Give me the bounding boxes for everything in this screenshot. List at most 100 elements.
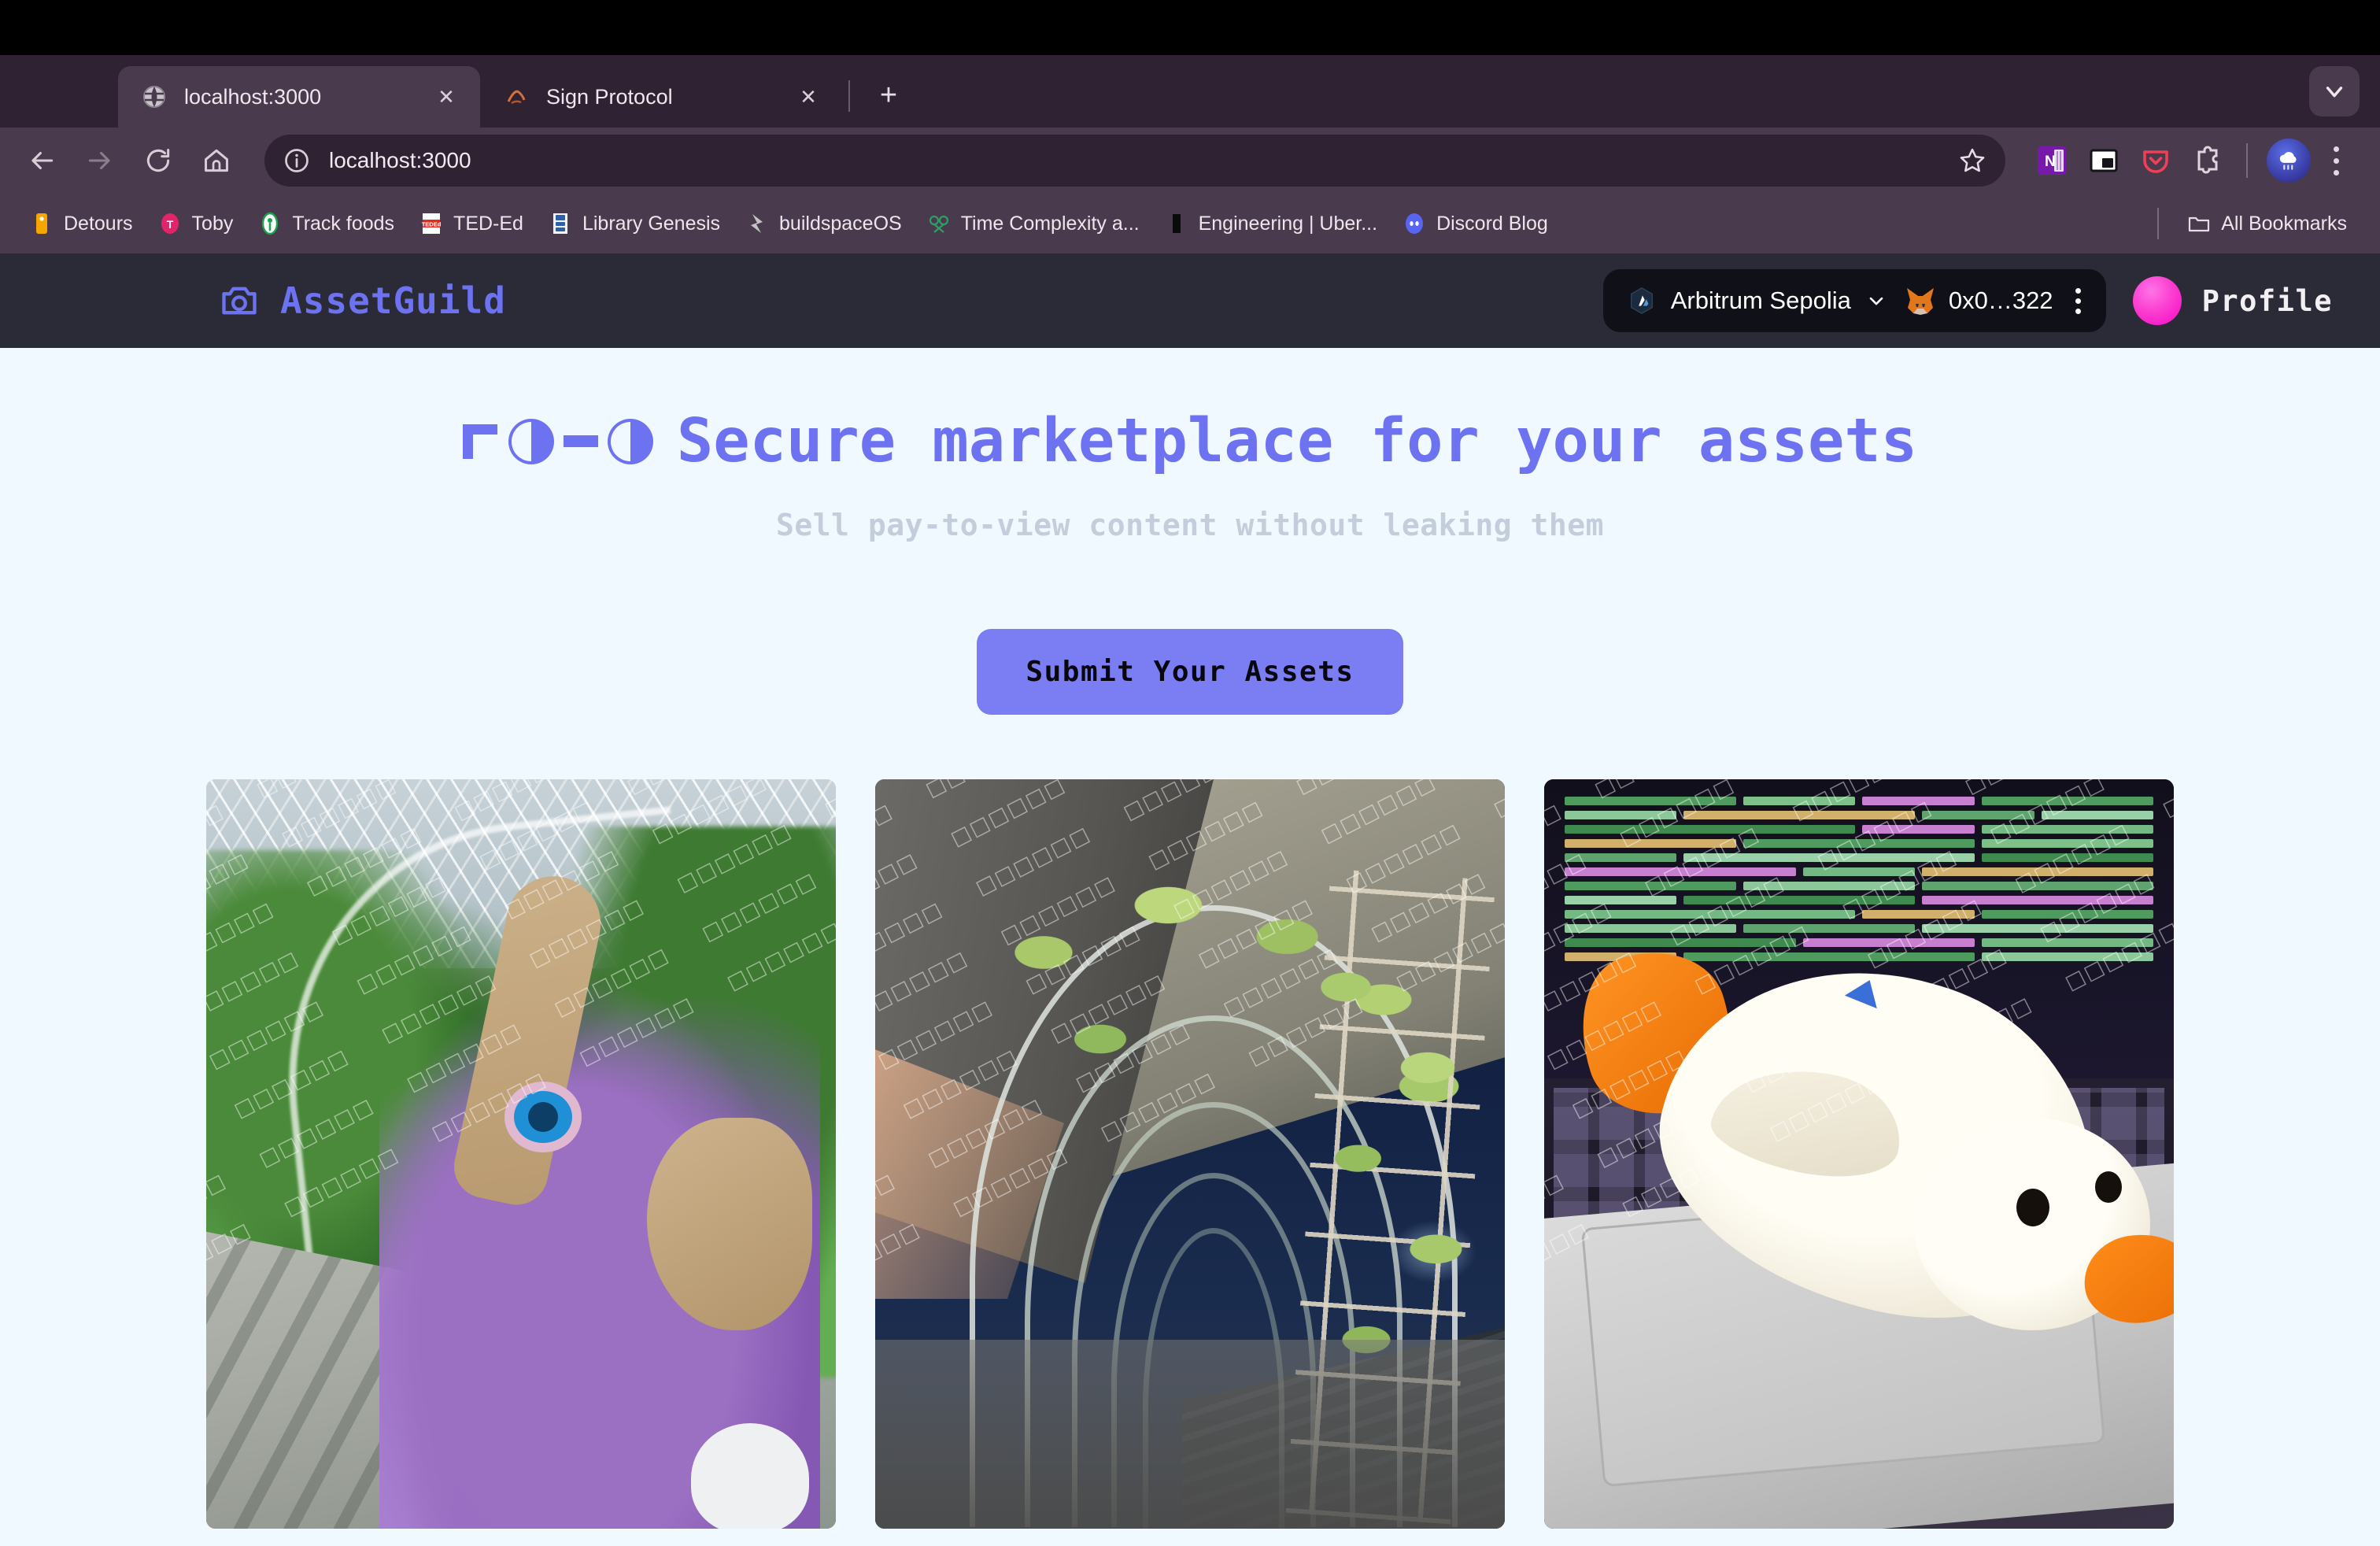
bookmark-star-button[interactable] <box>1949 137 1996 184</box>
chevron-down-icon <box>1869 297 1883 305</box>
avatar <box>2132 276 2182 325</box>
site-info-button[interactable] <box>279 142 315 179</box>
bookmark-label: Engineering | Uber... <box>1198 212 1378 235</box>
tab-search-button[interactable] <box>2309 66 2360 117</box>
page-title: Secure marketplace for your assets <box>0 406 2380 476</box>
folder-icon <box>2189 216 2210 232</box>
profile-button[interactable]: Profile <box>2132 276 2333 325</box>
bookmark-time-complexity[interactable]: Time Complexity a... <box>915 205 1152 242</box>
toby-icon: T <box>161 213 179 234</box>
info-circle-icon <box>285 149 309 172</box>
bookmark-library-genesis[interactable]: Library Genesis <box>536 205 733 242</box>
bookmark-label: Track foods <box>292 212 395 235</box>
tab-title: Sign Protocol <box>546 84 673 109</box>
asset-gallery: □□□□□□ □□□□□□ □□□□□□ □□□□□□ □□□□□□ □□□□□□ □□□□… <box>0 779 2380 1529</box>
bookmark-label: buildspaceOS <box>779 212 902 235</box>
home-icon <box>205 149 228 172</box>
account-menu-button[interactable] <box>2071 287 2086 314</box>
bookmark-label: Time Complexity a... <box>960 212 1140 235</box>
chevron-down-icon <box>2326 87 2343 98</box>
menu-dot <box>2075 308 2081 314</box>
home-button[interactable] <box>189 133 244 188</box>
account-address: 0x0…322 <box>1948 287 2053 314</box>
window-titlebar <box>0 0 2380 55</box>
tab-strip: localhost:3000 ✕ Sign Protocol ✕ + <box>0 55 2380 128</box>
svg-text:T: T <box>166 218 173 231</box>
page-title-text: Secure marketplace for your assets <box>676 406 1918 476</box>
globe-icon <box>143 86 165 108</box>
bookmark-discord-blog[interactable]: Discord Blog <box>1390 205 1561 242</box>
toolbar-divider <box>2246 143 2248 178</box>
brand-logo[interactable]: AssetGuild <box>219 279 506 322</box>
discord-icon <box>1406 213 1424 234</box>
tab-title: localhost:3000 <box>184 84 322 109</box>
browser-toolbar: localhost:3000 N <box>0 128 2380 194</box>
uber-engineering-icon <box>1172 214 1181 233</box>
profile-label: Profile <box>2201 283 2333 318</box>
cloud-rain-icon <box>2279 151 2297 170</box>
tab-localhost-3000[interactable]: localhost:3000 ✕ <box>118 66 480 128</box>
extensions-menu-button[interactable] <box>2183 136 2232 185</box>
bookmark-label: Discord Blog <box>1436 212 1548 235</box>
new-tab-button[interactable]: + <box>867 76 910 118</box>
metamask-fox-icon <box>1906 288 1934 315</box>
camera-icon <box>222 287 257 315</box>
extension-pocket-button[interactable] <box>2131 136 2180 185</box>
bookmark-label: Detours <box>64 212 133 235</box>
sign-protocol-icon <box>507 90 526 105</box>
ted-ed-icon: TEDEd <box>422 213 442 234</box>
submit-assets-button[interactable]: Submit Your Assets <box>977 629 1403 715</box>
back-button[interactable] <box>14 133 69 188</box>
chain-selector-button[interactable]: Arbitrum Sepolia <box>1627 286 1887 316</box>
bookmark-buildspaceos[interactable]: buildspaceOS <box>733 205 915 242</box>
asset-image <box>1544 779 2174 1529</box>
svg-text:TEDEd: TEDEd <box>422 221 442 228</box>
bookmark-detours[interactable]: Detours <box>17 205 146 242</box>
bookmark-uber-engineering[interactable]: Engineering | Uber... <box>1152 205 1390 242</box>
bookmarks-bar: Detours T Toby Track foods TEDEd TED-Ed … <box>0 194 2380 253</box>
buildspace-icon <box>751 214 763 233</box>
asset-card-night-trellis[interactable]: □□□□□□ □□□□□□ □□□□□□ □□□□□□ □□□□□□ □□□□□□ □□□□… <box>875 779 1505 1529</box>
extensions-puzzle-icon <box>2197 146 2218 174</box>
asset-card-greenhouse-elephant[interactable]: □□□□□□ □□□□□□ □□□□□□ □□□□□□ □□□□□□ □□□□□□ □□□□… <box>206 779 836 1529</box>
brand-name: AssetGuild <box>280 279 506 322</box>
browser-menu-button[interactable] <box>2314 146 2358 176</box>
asset-image <box>875 779 1505 1529</box>
forward-button[interactable] <box>72 133 128 188</box>
account-button[interactable]: 0x0…322 <box>1905 287 2053 315</box>
tab-divider <box>848 80 850 112</box>
menu-dot <box>2075 287 2081 294</box>
tab-close-button[interactable]: ✕ <box>795 83 822 110</box>
browser-profile-button[interactable] <box>2267 139 2311 183</box>
url-text[interactable]: localhost:3000 <box>329 148 1935 173</box>
lock-emoji-icon <box>462 418 653 464</box>
bookmark-track-foods[interactable]: Track foods <box>246 205 407 242</box>
bookmark-label: Library Genesis <box>582 212 721 235</box>
app-header: AssetGuild Arbitrum Sepolia 0x0…322 Prof… <box>0 253 2380 348</box>
reload-button[interactable] <box>131 133 186 188</box>
pocket-icon <box>2143 150 2168 173</box>
onenote-icon: N <box>2038 146 2066 175</box>
bookmark-ted-ed[interactable]: TEDEd TED-Ed <box>407 205 536 242</box>
back-arrow-icon <box>31 151 54 170</box>
menu-dot <box>2333 169 2339 176</box>
bookmarks-divider <box>2157 208 2160 239</box>
all-bookmarks-button[interactable]: All Bookmarks <box>2175 205 2360 242</box>
bookmark-toby[interactable]: T Toby <box>146 205 246 242</box>
menu-dot <box>2333 146 2339 152</box>
bookmark-label: TED-Ed <box>453 212 523 235</box>
tab-sign-protocol[interactable]: Sign Protocol ✕ <box>480 66 842 128</box>
svg-text:N: N <box>2045 153 2056 170</box>
address-bar[interactable]: localhost:3000 <box>264 135 2005 187</box>
asset-image <box>206 779 836 1529</box>
detours-icon <box>36 213 47 234</box>
picture-in-picture-icon <box>2090 149 2118 172</box>
star-icon <box>1960 148 1985 172</box>
tab-close-button[interactable]: ✕ <box>433 83 460 110</box>
extension-onenote-button[interactable]: N <box>2027 136 2076 185</box>
asset-card-rubber-duck[interactable]: □□□□□□ □□□□□□ □□□□□□ □□□□□□ □□□□□□ □□□□□□ □□□□… <box>1544 779 2174 1529</box>
extension-pip-button[interactable] <box>2079 136 2128 185</box>
page-subtitle: Sell pay-to-view content without leaking… <box>775 508 1604 542</box>
menu-dot <box>2333 157 2339 164</box>
library-genesis-icon <box>552 213 567 234</box>
